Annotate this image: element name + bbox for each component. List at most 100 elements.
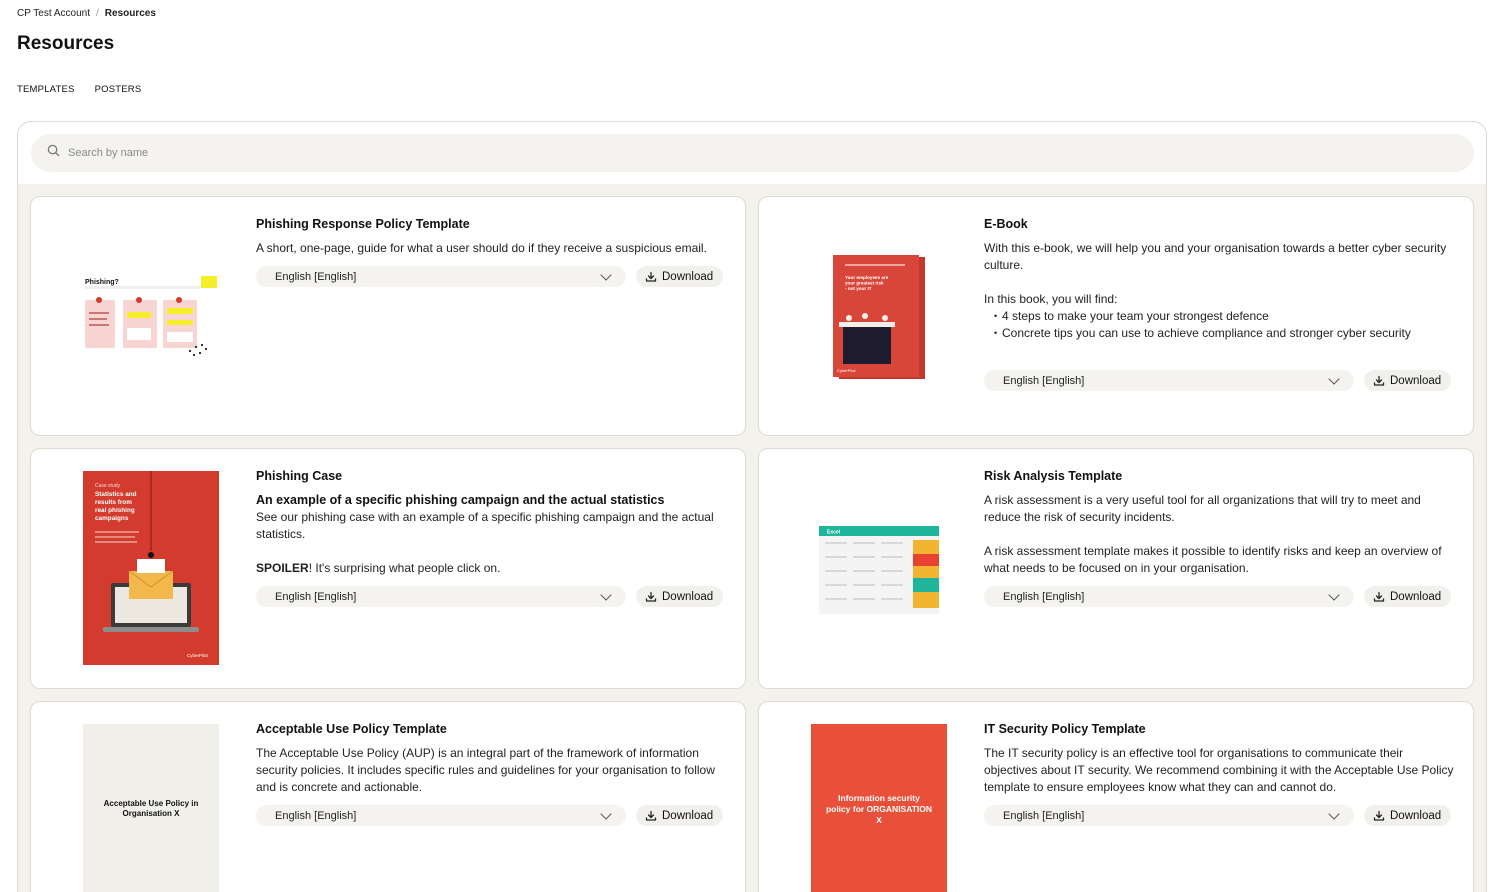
acceptable-use-thumbnail: Acceptable Use Policy in Organisation X <box>53 724 249 892</box>
language-select[interactable]: English [English] <box>256 805 626 826</box>
description-paragraph: A risk assessment template makes it poss… <box>984 544 1442 575</box>
card-title: IT Security Policy Template <box>984 722 1146 736</box>
download-button[interactable]: Download <box>636 266 724 287</box>
phishing-case-thumb-brand: CyberPilot <box>187 653 209 658</box>
card-title: E-Book <box>984 217 1028 231</box>
acceptable-use-thumb-heading: Acceptable Use Policy in Organisation X <box>103 799 199 818</box>
breadcrumb-separator: / <box>96 8 99 19</box>
chevron-down-icon <box>600 807 612 820</box>
language-select-value: English [English] <box>1003 590 1085 603</box>
language-select-value: English [English] <box>275 590 357 603</box>
language-select-value: English [English] <box>275 270 357 283</box>
card-description: A short, one-page, guide for what a user… <box>256 240 728 257</box>
language-select[interactable]: English [English] <box>984 586 1354 607</box>
card-title: Phishing Response Policy Template <box>256 217 470 231</box>
card-actions: English [English] Download <box>984 805 1456 826</box>
acceptable-use-thumb-cover: Acceptable Use Policy in Organisation X <box>83 724 219 892</box>
card-description: See our phishing case with an example of… <box>256 509 728 577</box>
ebook-thumb-brand: CyberPilot <box>837 368 856 373</box>
download-icon <box>645 810 657 822</box>
ebook-thumbnail: Your employees are your greatest risk - no… <box>781 252 977 382</box>
tab-bar: TEMPLATES POSTERS <box>17 84 141 95</box>
description-paragraph: With this e-book, we will help you and y… <box>984 241 1447 272</box>
risk-analysis-thumbnail: Excel <box>781 521 977 617</box>
resource-card-phishing-response: Phishing? Phishing Response Policy Templ… <box>30 196 746 436</box>
card-title: Acceptable Use Policy Template <box>256 722 447 736</box>
download-label: Download <box>1390 374 1442 387</box>
search-icon <box>47 144 60 162</box>
download-label: Download <box>1390 590 1442 603</box>
bullet-list: 4 steps to make your team your strongest… <box>984 308 1456 342</box>
card-title: Phishing Case <box>256 469 343 483</box>
card-description: With this e-book, we will help you and y… <box>984 240 1456 342</box>
description-paragraph: The IT security policy is an effective t… <box>984 746 1454 794</box>
language-select[interactable]: English [English] <box>256 266 626 287</box>
language-select-value: English [English] <box>1003 809 1085 822</box>
phishing-response-thumbnail: Phishing? <box>53 267 249 367</box>
description-paragraph: See our phishing case with an example of… <box>256 510 714 541</box>
tab-templates[interactable]: TEMPLATES <box>17 84 75 95</box>
download-icon <box>1373 591 1385 603</box>
list-item: 4 steps to make your team your strongest… <box>994 308 1456 325</box>
description-paragraph: A short, one-page, guide for what a user… <box>256 241 707 255</box>
download-icon <box>1373 375 1385 387</box>
card-actions: English [English] Download <box>256 266 728 287</box>
spoiler-bold: SPOILER <box>256 561 309 575</box>
language-select[interactable]: English [English] <box>984 805 1354 826</box>
description-paragraph: In this book, you will find: <box>984 292 1118 306</box>
resource-card-acceptable-use: Acceptable Use Policy in Organisation X … <box>30 701 746 892</box>
card-description: The IT security policy is an effective t… <box>984 745 1456 796</box>
download-button[interactable]: Download <box>636 805 724 826</box>
page-title: Resources <box>17 33 115 54</box>
phishing-response-thumb-heading: Phishing? <box>85 279 119 286</box>
language-select[interactable]: English [English] <box>256 586 626 607</box>
chevron-down-icon <box>1328 588 1340 601</box>
download-label: Download <box>662 590 714 603</box>
download-icon <box>645 271 657 283</box>
download-button[interactable]: Download <box>1364 805 1452 826</box>
resource-card-ebook: Your employees are your greatest risk - no… <box>758 196 1474 436</box>
breadcrumb: CP Test Account / Resources <box>17 8 156 19</box>
chevron-down-icon <box>600 268 612 281</box>
search-bar <box>31 134 1474 172</box>
card-actions: English [English] Download <box>256 586 728 607</box>
description-paragraph: A risk assessment is a very useful tool … <box>984 493 1421 524</box>
chevron-down-icon <box>1328 372 1340 385</box>
card-description: A risk assessment is a very useful tool … <box>984 492 1456 577</box>
card-description: The Acceptable Use Policy (AUP) is an in… <box>256 745 728 796</box>
list-item: Concrete tips you can use to achieve com… <box>994 325 1456 342</box>
resource-card-risk-analysis: Excel Risk Analysis Template A risk asse… <box>758 448 1474 689</box>
description-paragraph: The Acceptable Use Policy (AUP) is an in… <box>256 746 715 794</box>
risk-thumb-heading: Excel <box>827 530 841 536</box>
phishing-case-thumbnail: Case study Statistics and results from rea… <box>53 471 249 665</box>
card-title: Risk Analysis Template <box>984 469 1123 483</box>
resource-card-phishing-case: Case study Statistics and results from rea… <box>30 448 746 689</box>
download-label: Download <box>662 270 714 283</box>
download-button[interactable]: Download <box>636 586 724 607</box>
breadcrumb-account-link[interactable]: CP Test Account <box>17 8 90 19</box>
chevron-down-icon <box>600 588 612 601</box>
phishing-case-thumb-kicker: Case study <box>95 483 121 489</box>
spoiler-paragraph: SPOILER! It's surprising what people cli… <box>256 560 728 577</box>
it-security-thumb-cover: Information security policy for ORGANISA… <box>811 724 947 892</box>
spoiler-text: ! It's surprising what people click on. <box>308 561 501 575</box>
chevron-down-icon <box>1328 807 1340 820</box>
language-select-value: English [English] <box>1003 374 1085 387</box>
download-icon <box>645 591 657 603</box>
it-security-thumbnail: Information security policy for ORGANISA… <box>781 724 977 892</box>
card-actions: English [English] Download <box>984 586 1456 607</box>
download-button[interactable]: Download <box>1364 370 1452 391</box>
language-select[interactable]: English [English] <box>984 370 1354 391</box>
it-security-thumb-heading: Information security policy for ORGANISA… <box>825 792 933 825</box>
search-input[interactable] <box>68 147 1448 159</box>
language-select-value: English [English] <box>275 809 357 822</box>
download-button[interactable]: Download <box>1364 586 1452 607</box>
card-actions: English [English] Download <box>256 805 728 826</box>
card-subtitle: An example of a specific phishing campai… <box>256 493 665 507</box>
card-actions: English [English] Download <box>984 370 1456 391</box>
download-label: Download <box>1390 809 1442 822</box>
download-label: Download <box>662 809 714 822</box>
breadcrumb-current: Resources <box>104 8 156 19</box>
download-icon <box>1373 810 1385 822</box>
tab-posters[interactable]: POSTERS <box>95 84 142 95</box>
